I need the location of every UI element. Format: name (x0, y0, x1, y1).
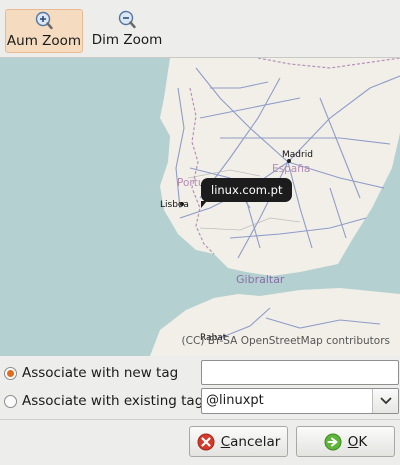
location-marker[interactable]: linux.com.pt (201, 178, 293, 202)
zoom-in-label: Aum Zoom (6, 33, 82, 49)
map-attribution: (CC) BY-SA OpenStreetMap contributors (181, 335, 390, 347)
ok-icon (324, 433, 342, 450)
zoom-in-button[interactable]: Aum Zoom (5, 9, 83, 53)
divider (0, 419, 400, 420)
city-madrid: Madrid (282, 150, 313, 160)
existing-tag-value: @linuxpt (206, 393, 264, 408)
existing-tag-label[interactable]: Associate with existing tag (22, 393, 203, 409)
existing-tag-select[interactable]: @linuxpt (201, 388, 399, 414)
existing-tag-radio[interactable] (4, 394, 17, 408)
region-espana: España (272, 163, 311, 175)
existing-tag-row: Associate with existing tag @linuxpt (0, 388, 400, 414)
new-tag-input[interactable] (201, 360, 399, 385)
region-gibraltar: Gibraltar (236, 273, 285, 286)
zoom-out-label: Dim Zoom (91, 32, 163, 48)
city-lisboa: Lisboa (160, 200, 189, 210)
location-marker-tail (201, 201, 213, 208)
toolbar: Aum Zoom Dim Zoom (0, 0, 400, 58)
map-tiles (150, 58, 400, 356)
zoom-in-icon (35, 11, 53, 30)
new-tag-label[interactable]: Associate with new tag (22, 365, 178, 381)
ok-label: OK (347, 433, 368, 450)
ok-button[interactable]: OK (296, 426, 395, 457)
cancel-label: Cancelar (220, 433, 281, 450)
new-tag-radio[interactable] (4, 366, 17, 380)
zoom-out-icon (118, 10, 136, 29)
chevron-down-icon[interactable] (372, 389, 398, 413)
zoom-out-button[interactable]: Dim Zoom (89, 9, 165, 53)
cancel-button[interactable]: Cancelar (189, 426, 288, 457)
map-view[interactable]: Madrid España Portugal Lisboa Gibraltar … (0, 58, 400, 356)
cancel-icon (197, 433, 215, 450)
new-tag-row: Associate with new tag (0, 360, 400, 386)
